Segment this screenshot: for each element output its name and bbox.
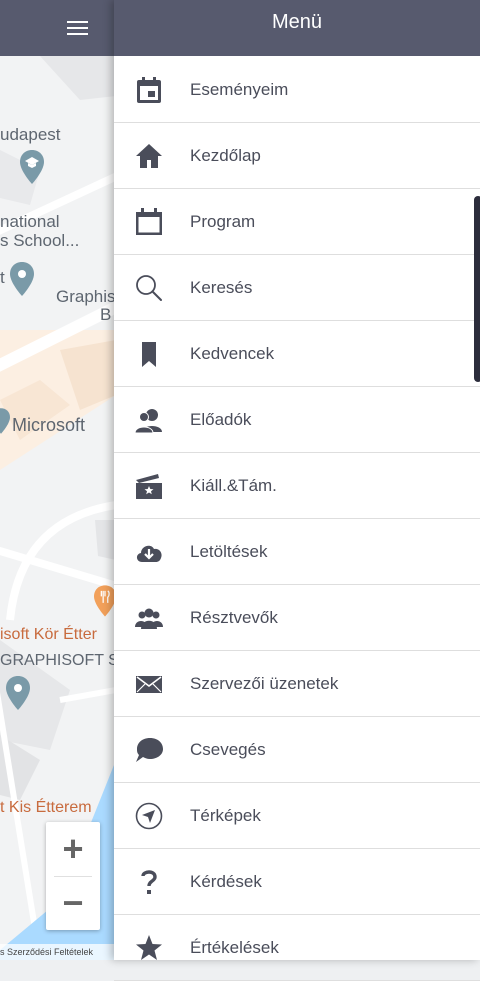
question-icon bbox=[141, 870, 157, 894]
zoom-control: + − bbox=[46, 822, 100, 930]
chat-icon bbox=[136, 738, 163, 762]
map-terms-link[interactable]: s Szerződési Feltételek bbox=[0, 944, 116, 960]
drawer-title: Menü bbox=[271, 11, 323, 33]
menu-item-label: Eseményeim bbox=[190, 80, 289, 99]
menu-item-program[interactable]: Program bbox=[114, 189, 480, 255]
menu-list: Eseményeim Kezdőlap Program Keresés Kedv… bbox=[114, 57, 480, 981]
menu-item-resztvevok[interactable]: Résztvevők bbox=[114, 585, 480, 651]
map-label-graphisoft-b: B bbox=[100, 305, 112, 324]
map-pin-icon[interactable] bbox=[6, 676, 30, 710]
menu-item-label: Keresés bbox=[190, 278, 253, 297]
menu-item-esemenyeim[interactable]: Eseményeim bbox=[114, 57, 480, 123]
restaurant-pin-icon[interactable] bbox=[94, 585, 116, 617]
calendar-icon bbox=[136, 208, 162, 235]
map-label-national: national bbox=[0, 212, 60, 231]
menu-item-label: Kedvencek bbox=[190, 344, 275, 363]
drawer-header: Menü bbox=[114, 0, 480, 56]
menu-item-eloadok[interactable]: Előadók bbox=[114, 387, 480, 453]
map-view[interactable]: udapest national s School... t Graphis B… bbox=[0, 0, 116, 960]
hamburger-icon[interactable] bbox=[60, 12, 94, 44]
map-label-graphisoft: Graphis bbox=[56, 287, 116, 306]
menu-item-terkepek[interactable]: Térképek bbox=[114, 783, 480, 849]
map-label-graphisoft-s: GRAPHISOFT S bbox=[0, 652, 116, 669]
menu-item-label: Kiáll.&Tám. bbox=[190, 476, 277, 495]
menu-item-label: Előadók bbox=[190, 410, 252, 429]
envelope-icon bbox=[136, 676, 162, 693]
navigation-icon bbox=[135, 802, 163, 830]
menu-item-label: Kérdések bbox=[190, 872, 262, 891]
map-label-restaurant: isoft Kör Étter bbox=[0, 626, 97, 643]
menu-item-csevetes[interactable]: Csevegés bbox=[114, 717, 480, 783]
map-label-microsoft: Microsoft bbox=[12, 415, 86, 435]
cloud-download-icon bbox=[136, 545, 162, 562]
zoom-out-button[interactable]: − bbox=[46, 876, 100, 930]
menu-item-label: Szervezői üzenetek bbox=[190, 674, 339, 693]
menu-item-label: Térképek bbox=[190, 806, 261, 825]
school-pin-icon[interactable] bbox=[20, 150, 44, 184]
microsoft-pin-icon[interactable] bbox=[0, 406, 10, 436]
map-label-kis-etterem: t Kis Étterem bbox=[0, 799, 92, 816]
calendar-event-icon bbox=[137, 77, 161, 103]
search-icon bbox=[136, 275, 162, 301]
menu-item-label: Letöltések bbox=[190, 542, 268, 561]
home-icon bbox=[136, 144, 162, 168]
menu-item-szervezoi-uzenetek[interactable]: Szervezői üzenetek bbox=[114, 651, 480, 717]
menu-item-letoltesek[interactable]: Letöltések bbox=[114, 519, 480, 585]
zoom-in-button[interactable]: + bbox=[46, 822, 100, 876]
attendees-icon bbox=[135, 608, 163, 629]
drawer-scrollbar[interactable] bbox=[474, 196, 480, 382]
menu-item-kerdesek[interactable]: Kérdések bbox=[114, 849, 480, 915]
star-icon bbox=[136, 935, 162, 960]
map-label-school: s School... bbox=[0, 231, 80, 250]
menu-item-label: Kezdőlap bbox=[190, 146, 261, 165]
menu-item-kereses[interactable]: Keresés bbox=[114, 255, 480, 321]
exhibitor-ticket-icon bbox=[136, 474, 162, 499]
map-pin-icon[interactable] bbox=[10, 262, 34, 296]
speakers-icon bbox=[134, 409, 162, 434]
navigation-drawer: Menü Eseményeim Kezdőlap Program Keresés… bbox=[114, 0, 480, 981]
menu-item-label: Értékelések bbox=[190, 938, 279, 957]
menu-item-ertekelesek[interactable]: Értékelések bbox=[114, 915, 480, 981]
menu-item-label: Résztvevők bbox=[190, 608, 278, 627]
menu-item-label: Program bbox=[190, 212, 256, 231]
menu-item-label: Csevegés bbox=[190, 740, 266, 759]
menu-item-kedvencek[interactable]: Kedvencek bbox=[114, 321, 480, 387]
map-label-t: t bbox=[0, 268, 5, 287]
bookmark-icon bbox=[142, 342, 156, 367]
menu-item-kiall-tam[interactable]: Kiáll.&Tám. bbox=[114, 453, 480, 519]
map-label-budapest: udapest bbox=[0, 125, 61, 144]
menu-item-kezdolap[interactable]: Kezdőlap bbox=[114, 123, 480, 189]
